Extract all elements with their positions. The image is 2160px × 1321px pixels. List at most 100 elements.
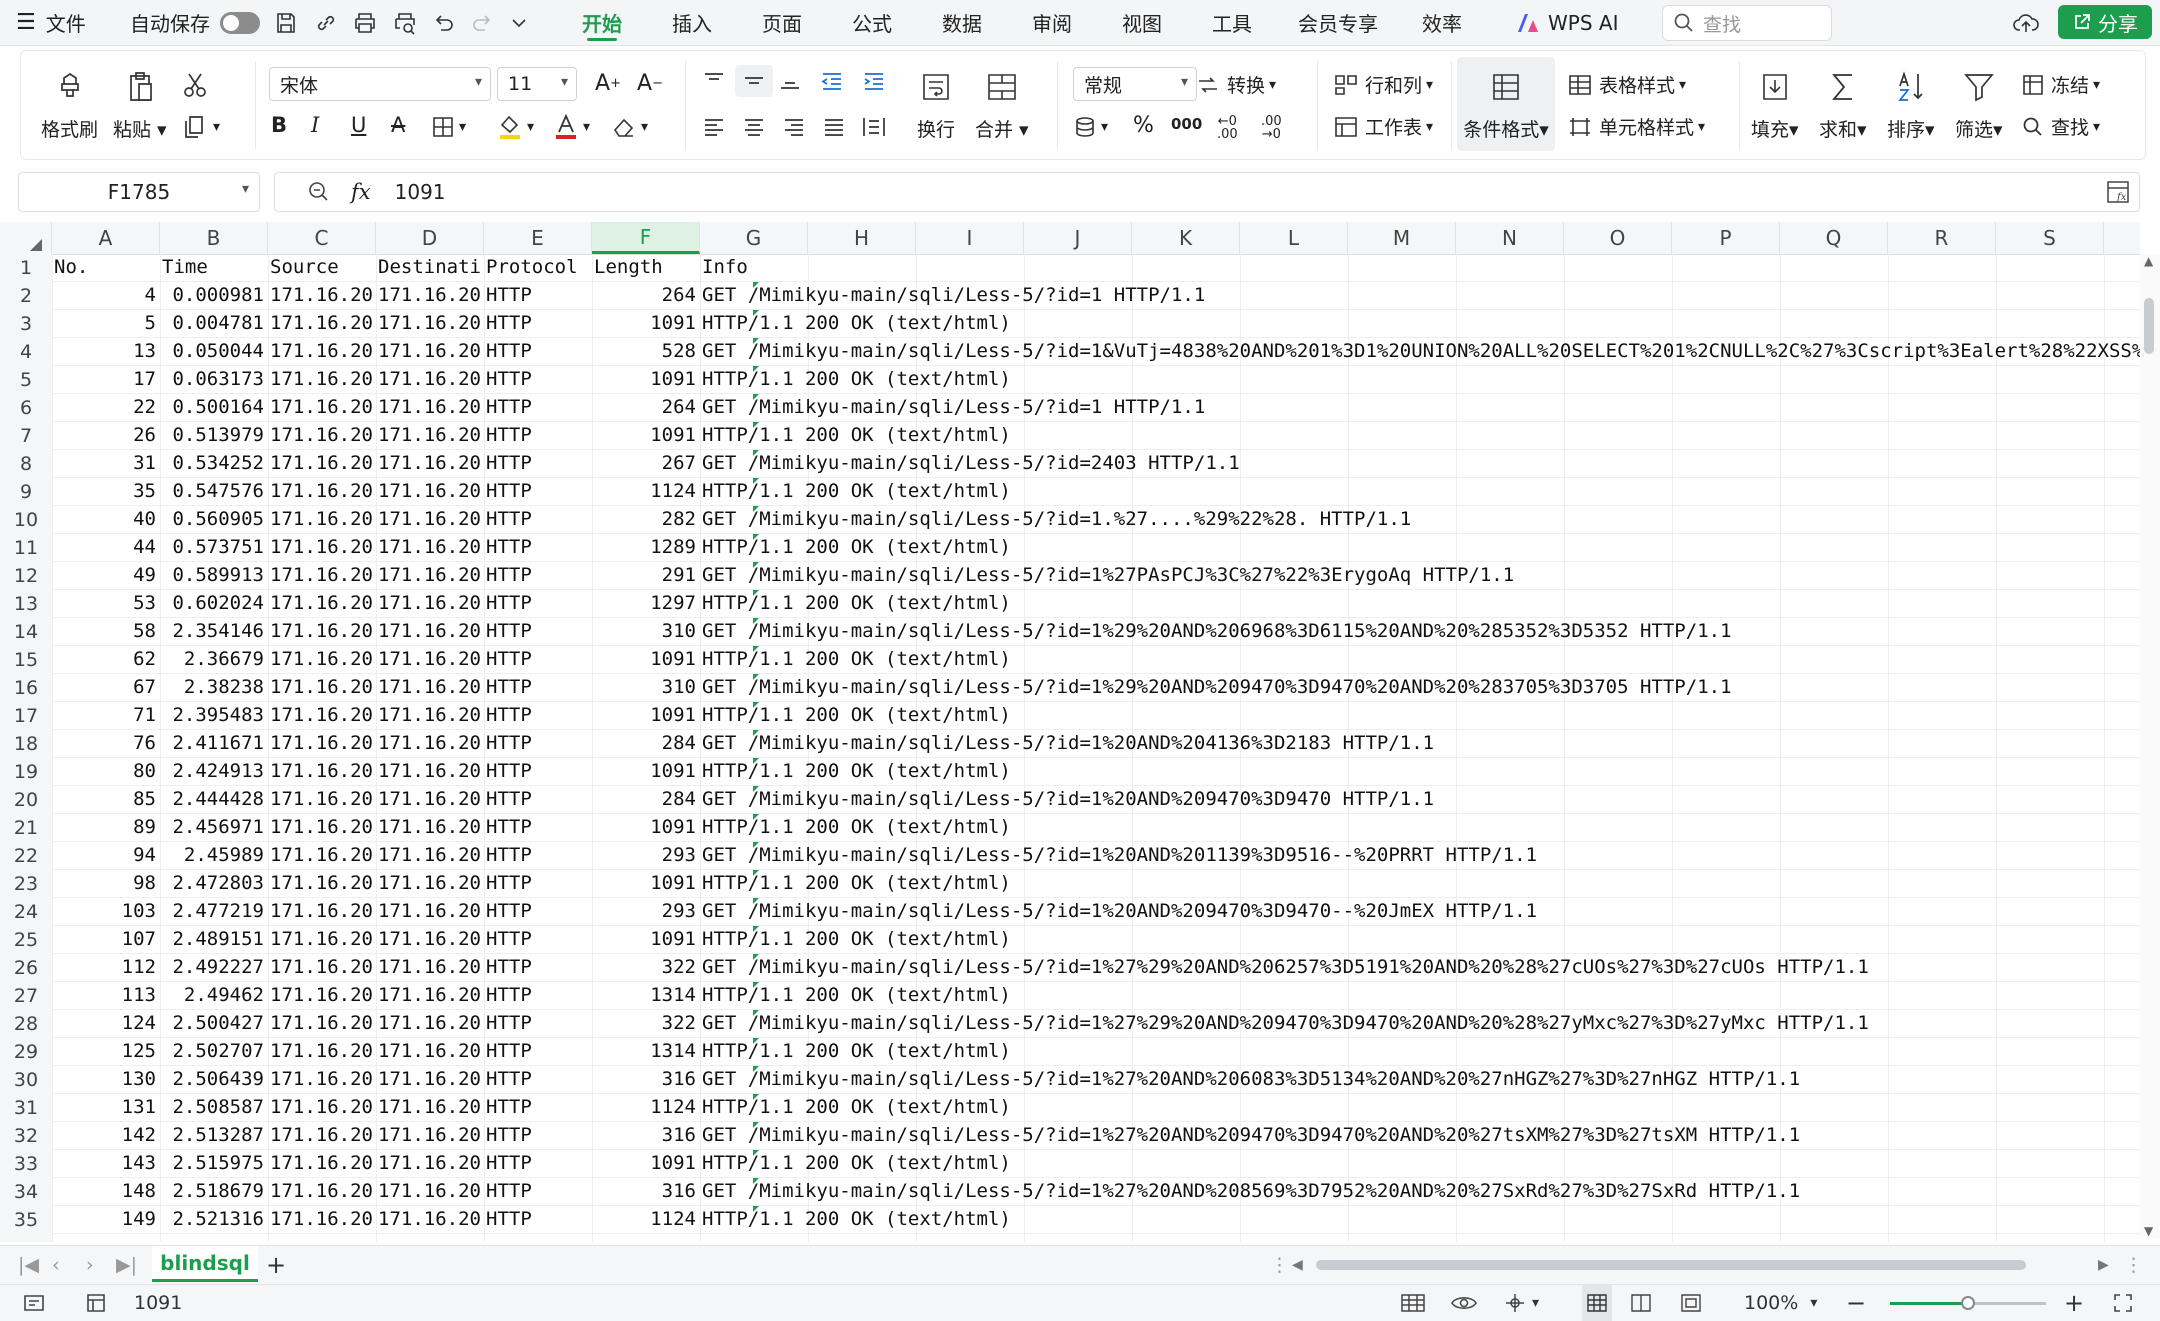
cell-len[interactable]: 1091: [594, 870, 696, 897]
column-header-o[interactable]: O: [1564, 222, 1672, 254]
cell-dst[interactable]: 171.16.20.: [378, 814, 480, 841]
decrease-decimal-icon[interactable]: .00 →0: [1261, 115, 1282, 141]
cell-dst[interactable]: 171.16.20.: [378, 898, 480, 925]
cell-dst[interactable]: 171.16.20.: [378, 1010, 480, 1037]
wrap-text-button[interactable]: 换行: [917, 65, 955, 142]
cell-src[interactable]: 171.16.20.: [270, 1206, 372, 1233]
cell-src[interactable]: 171.16.20.: [270, 1066, 372, 1093]
first-sheet-icon[interactable]: |◀: [18, 1246, 39, 1284]
scroll-left-icon[interactable]: ◀: [1292, 1246, 1303, 1284]
cell-time[interactable]: 0.000981: [162, 282, 264, 309]
cell-len[interactable]: 322: [594, 954, 696, 981]
decrease-indent-icon[interactable]: [819, 69, 845, 93]
align-right-icon[interactable]: [781, 115, 807, 139]
cell-dst[interactable]: 171.16.20.: [378, 394, 480, 421]
column-header-a[interactable]: A: [52, 222, 160, 254]
cell-dst[interactable]: 171.16.20.: [378, 758, 480, 785]
cell-src[interactable]: 171.16.20.: [270, 1038, 372, 1065]
column-header-g[interactable]: G: [700, 222, 808, 254]
cell-no[interactable]: 125: [54, 1038, 156, 1065]
cell-time[interactable]: 0.589913: [162, 562, 264, 589]
normal-view-icon[interactable]: [1582, 1285, 1612, 1321]
cell-len[interactable]: 1091: [594, 646, 696, 673]
cell-time[interactable]: 2.444428: [162, 786, 264, 813]
main-menu-button[interactable]: ☰ 文件: [16, 0, 86, 45]
strikethrough-icon[interactable]: A: [391, 113, 405, 137]
cell-info[interactable]: GET /Mimikyu-main/sqli/Less-5/?id=1%20AN…: [702, 898, 2138, 925]
cell-dst[interactable]: 171.16.20.: [378, 954, 480, 981]
cell-len[interactable]: 1124: [594, 478, 696, 505]
cell-no[interactable]: 35: [54, 478, 156, 505]
cell-time[interactable]: 2.506439: [162, 1066, 264, 1093]
cell-info[interactable]: HTTP/1.1 200 OK (text/html): [702, 366, 2138, 393]
cell-src[interactable]: 171.16.20.: [270, 982, 372, 1009]
cell-len[interactable]: 1314: [594, 982, 696, 1009]
cell-src[interactable]: 171.16.20.: [270, 730, 372, 757]
fill-color-icon[interactable]: ▾: [497, 113, 534, 141]
currency-icon[interactable]: ▾: [1073, 115, 1108, 139]
cell-dst[interactable]: 171.16.20.: [378, 338, 480, 365]
cell-info[interactable]: GET /Mimikyu-main/sqli/Less-5/?id=1%29%2…: [702, 618, 2138, 645]
column-header-d[interactable]: D: [376, 222, 484, 254]
cell-no[interactable]: 85: [54, 786, 156, 813]
row-header[interactable]: 21: [0, 814, 52, 842]
row-header[interactable]: 35: [0, 1206, 52, 1234]
sheet-tab-blindsql[interactable]: blindsql: [152, 1246, 258, 1282]
cell-proto[interactable]: HTTP: [486, 478, 588, 505]
tab-split-handle-icon[interactable]: ⋮: [1270, 1246, 1289, 1284]
cell-time[interactable]: 2.49462: [162, 982, 264, 1009]
clear-format-icon[interactable]: ▾: [611, 115, 648, 139]
cloud-link-icon[interactable]: [314, 0, 338, 45]
cell-src[interactable]: 171.16.20.: [270, 898, 372, 925]
cell-proto[interactable]: HTTP: [486, 674, 588, 701]
cell-proto[interactable]: HTTP: [486, 730, 588, 757]
cell-proto[interactable]: HTTP: [486, 590, 588, 617]
row-header[interactable]: 4: [0, 338, 52, 366]
cell-len[interactable]: 282: [594, 506, 696, 533]
cell-info[interactable]: HTTP/1.1 200 OK (text/html): [702, 702, 2138, 729]
page-break-view-icon[interactable]: [1630, 1285, 1652, 1321]
fx-icon[interactable]: fx: [351, 180, 371, 204]
fill-button[interactable]: 填充▾: [1751, 65, 1799, 142]
zoom-level[interactable]: 100% ▾: [1744, 1285, 1817, 1321]
formula-bar[interactable]: fx 1091 fx: [274, 172, 2140, 212]
focus-mode-icon[interactable]: ▾: [1502, 1285, 1539, 1321]
fullscreen-icon[interactable]: [2112, 1285, 2134, 1321]
cell-time[interactable]: 2.513287: [162, 1122, 264, 1149]
cell-src[interactable]: 171.16.20.: [270, 870, 372, 897]
number-format-dropdown[interactable]: 常规 ▾: [1073, 67, 1197, 101]
distributed-align-icon[interactable]: [861, 115, 887, 139]
cell-len[interactable]: 322: [594, 1010, 696, 1037]
cell-len[interactable]: 1091: [594, 702, 696, 729]
cell-proto[interactable]: HTTP: [486, 1038, 588, 1065]
horizontal-scroll-thumb[interactable]: [1316, 1260, 2026, 1270]
cell-dst[interactable]: 171.16.20.: [378, 366, 480, 393]
header-cell[interactable]: Time: [162, 254, 264, 281]
cell-proto[interactable]: HTTP: [486, 422, 588, 449]
align-bottom-icon[interactable]: [777, 69, 803, 93]
cell-info[interactable]: HTTP/1.1 200 OK (text/html): [702, 478, 2138, 505]
row-header[interactable]: 17: [0, 702, 52, 730]
cell-time[interactable]: 2.38238: [162, 674, 264, 701]
vertical-scroll-thumb[interactable]: [2144, 298, 2154, 354]
cell-time[interactable]: 2.502707: [162, 1038, 264, 1065]
tab-view[interactable]: 视图: [1110, 0, 1174, 45]
cell-src[interactable]: 171.16.20.: [270, 1150, 372, 1177]
cell-time[interactable]: 2.36679: [162, 646, 264, 673]
header-cell[interactable]: Protocol: [486, 254, 588, 281]
cell-time[interactable]: 2.472803: [162, 870, 264, 897]
cell-dst[interactable]: 171.16.20.: [378, 506, 480, 533]
cell-proto[interactable]: HTTP: [486, 394, 588, 421]
cell-src[interactable]: 171.16.20.: [270, 1122, 372, 1149]
zoom-formula-icon[interactable]: [307, 180, 331, 204]
tab-data[interactable]: 数据: [930, 0, 994, 45]
row-header[interactable]: 32: [0, 1122, 52, 1150]
conditional-format-button[interactable]: 条件格式▾: [1457, 57, 1555, 151]
header-cell[interactable]: No.: [54, 254, 156, 281]
cell-info[interactable]: HTTP/1.1 200 OK (text/html): [702, 758, 2138, 785]
cell-info[interactable]: HTTP/1.1 200 OK (text/html): [702, 814, 2138, 841]
scroll-right-icon[interactable]: ▶: [2098, 1246, 2109, 1284]
cell-proto[interactable]: HTTP: [486, 282, 588, 309]
underline-icon[interactable]: U: [351, 113, 366, 137]
cell-proto[interactable]: HTTP: [486, 450, 588, 477]
